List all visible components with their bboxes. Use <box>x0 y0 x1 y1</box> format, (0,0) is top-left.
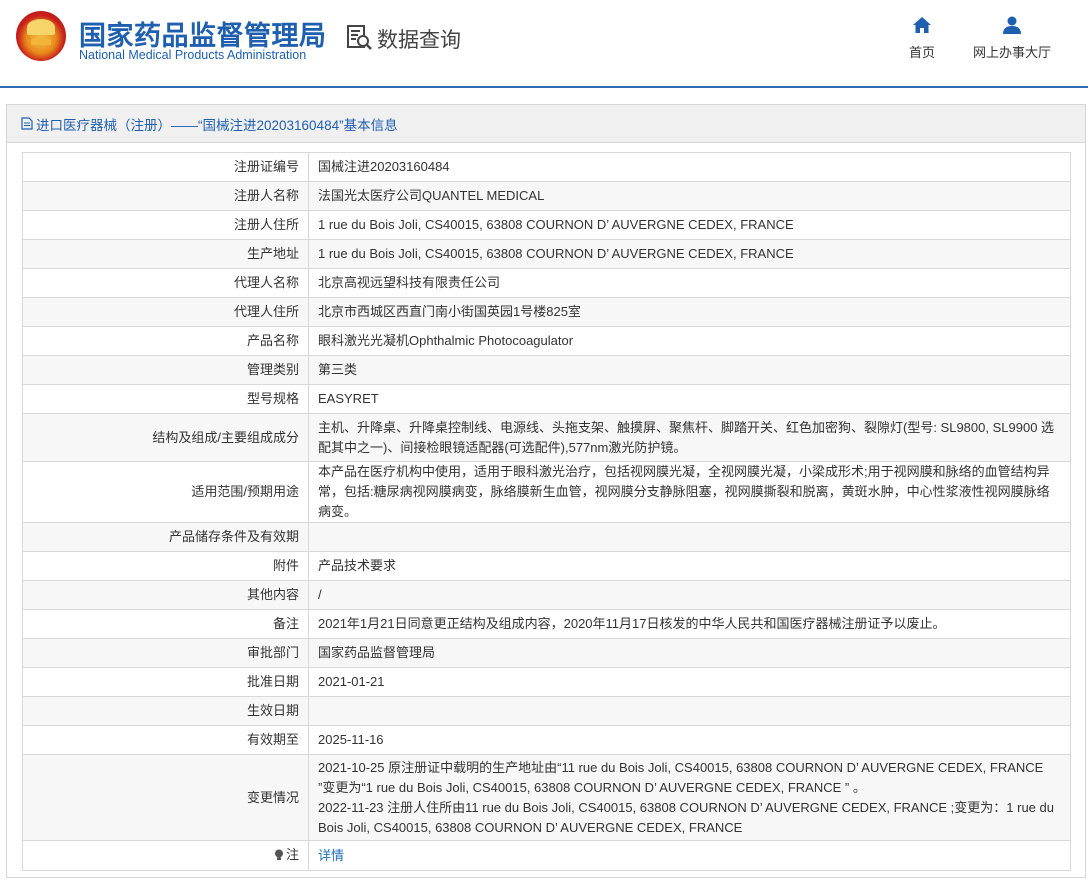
document-icon <box>21 117 33 130</box>
bulb-icon <box>274 849 283 860</box>
row-label: 产品名称 <box>22 326 309 356</box>
row-value: EASYRET <box>308 384 1071 414</box>
row-label: 生效日期 <box>22 696 309 726</box>
table-row: 产品名称 眼科激光光凝机Ophthalmic Photocoagulator <box>22 326 1071 356</box>
row-value: / <box>308 580 1071 610</box>
row-value: 第三类 <box>308 355 1071 385</box>
details-link[interactable]: 详情 <box>318 848 344 863</box>
table-row: 注册人名称 法国光太医疗公司QUANTEL MEDICAL <box>22 181 1071 211</box>
row-label: 变更情况 <box>22 754 309 841</box>
panel-title: 进口医疗器械（注册）——“国械注进20203160484”基本信息 <box>36 117 398 133</box>
table-row: 生产地址 1 rue du Bois Joli, CS40015, 63808 C… <box>22 239 1071 269</box>
row-value: 眼科激光光凝机Ophthalmic Photocoagulator <box>308 326 1071 356</box>
row-value: 主机、升降桌、升降桌控制线、电源线、头拖支架、触摸屏、聚焦杆、脚踏开关、红色加密… <box>308 413 1071 462</box>
nav-home-label: 首页 <box>908 45 935 60</box>
table-row: 产品储存条件及有效期 <box>22 522 1071 552</box>
table-row: 适用范围/预期用途 本产品在医疗机构中使用，适用于眼科激光治疗，包括视网膜光凝，全… <box>22 461 1071 523</box>
nav-online-hall[interactable]: 网上办事大厅 <box>966 16 1058 61</box>
row-value: 2025-11-16 <box>308 725 1071 755</box>
table-row: 型号规格 EASYRET <box>22 384 1071 414</box>
row-value: 2021年1月21日同意更正结构及组成内容，2020年11月17日核发的中华人民… <box>308 609 1071 639</box>
table-row: 注册证编号 国械注进20203160484 <box>22 152 1071 182</box>
user-icon <box>1003 16 1021 34</box>
row-value: 1 rue du Bois Joli, CS40015, 63808 COURN… <box>308 239 1071 269</box>
row-value: 北京高视远望科技有限责任公司 <box>308 268 1071 298</box>
row-label: 管理类别 <box>22 355 309 385</box>
row-label: 产品储存条件及有效期 <box>22 522 309 552</box>
table-row: 管理类别 第三类 <box>22 355 1071 385</box>
row-value: 1 rue du Bois Joli, CS40015, 63808 COURN… <box>308 210 1071 240</box>
nav-online-hall-label: 网上办事大厅 <box>972 45 1051 60</box>
table-row: 生效日期 <box>22 696 1071 726</box>
org-name-en: National Medical Products Administration <box>79 48 307 62</box>
table-row: 代理人名称 北京高视远望科技有限责任公司 <box>22 268 1071 298</box>
table-row: 结构及组成/主要组成成分 主机、升降桌、升降桌控制线、电源线、头拖支架、触摸屏、聚… <box>22 413 1071 462</box>
change-history-value: 2021-10-25 原注册证中载明的生产地址由“11 rue du Bois … <box>308 754 1071 841</box>
row-label: 注册证编号 <box>22 152 309 182</box>
row-label: 生产地址 <box>22 239 309 269</box>
table-row: 其他内容 / <box>22 580 1071 610</box>
registration-info-table: 注册证编号 国械注进20203160484 注册人名称 法国光太医疗公司QUANTE… <box>22 152 1071 871</box>
note-label: 注 <box>285 846 299 862</box>
row-label: 其他内容 <box>22 580 309 610</box>
search-document-icon <box>347 25 372 50</box>
row-label: 附件 <box>22 551 309 581</box>
section-title: 数据查询 <box>377 29 461 52</box>
info-panel: 进口医疗器械（注册）——“国械注进20203160484”基本信息 注册证编号国… <box>6 104 1086 878</box>
row-value: 法国光太医疗公司QUANTEL MEDICAL <box>308 181 1071 211</box>
national-emblem-icon <box>16 11 66 61</box>
row-label: 代理人名称 <box>22 268 309 298</box>
home-icon <box>913 17 931 33</box>
panel-title-bar: 进口医疗器械（注册）——“国械注进20203160484”基本信息 <box>7 105 1085 143</box>
note-label-cell: 注 <box>22 840 309 871</box>
table-row: 注 详情 <box>22 840 1071 871</box>
nav-home[interactable]: 首页 <box>898 16 946 61</box>
table-row: 代理人住所 北京市西城区西直门南小街国英园1号楼825室 <box>22 297 1071 327</box>
row-label: 有效期至 <box>22 725 309 755</box>
row-label: 型号规格 <box>22 384 309 414</box>
row-value: 产品技术要求 <box>308 551 1071 581</box>
row-value: 国家药品监督管理局 <box>308 638 1071 668</box>
table-row: 附件 产品技术要求 <box>22 551 1071 581</box>
row-label: 适用范围/预期用途 <box>22 461 309 523</box>
row-label: 审批部门 <box>22 638 309 668</box>
row-value: 国械注进20203160484 <box>308 152 1071 182</box>
row-label: 注册人名称 <box>22 181 309 211</box>
table-row: 变更情况 2021-10-25 原注册证中载明的生产地址由“11 rue du B… <box>22 754 1071 841</box>
table-row: 有效期至 2025-11-16 <box>22 725 1071 755</box>
row-value: 北京市西城区西直门南小街国英园1号楼825室 <box>308 297 1071 327</box>
table-row: 注册人住所 1 rue du Bois Joli, CS40015, 63808 … <box>22 210 1071 240</box>
row-value <box>308 522 1071 552</box>
row-value: 本产品在医疗机构中使用，适用于眼科激光治疗，包括视网膜光凝，全视网膜光凝，小梁成… <box>308 461 1071 523</box>
note-value-cell: 详情 <box>308 840 1071 871</box>
row-label: 注册人住所 <box>22 210 309 240</box>
row-label: 代理人住所 <box>22 297 309 327</box>
row-label: 批准日期 <box>22 667 309 697</box>
row-value <box>308 696 1071 726</box>
table-row: 审批部门 国家药品监督管理局 <box>22 638 1071 668</box>
row-label: 结构及组成/主要组成成分 <box>22 413 309 462</box>
table-row: 备注 2021年1月21日同意更正结构及组成内容，2020年11月17日核发的中华… <box>22 609 1071 639</box>
table-row: 批准日期 2021-01-21 <box>22 667 1071 697</box>
row-value: 2021-01-21 <box>308 667 1071 697</box>
row-label: 备注 <box>22 609 309 639</box>
site-header: 国家药品监督管理局 National Medical Products Admi… <box>0 0 1088 88</box>
